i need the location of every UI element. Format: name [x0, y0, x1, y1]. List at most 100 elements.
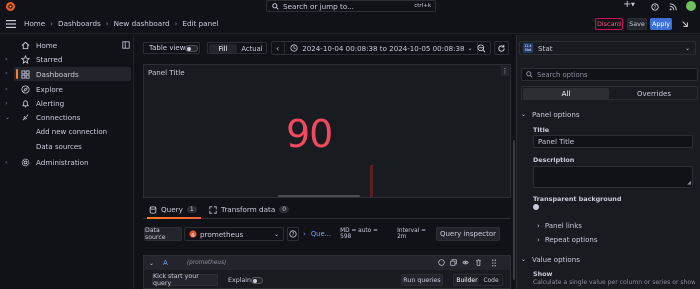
resize-handle-icon[interactable]: ◢	[687, 180, 691, 186]
chevron-right-icon[interactable]: ›	[5, 159, 7, 166]
panel-options-label: Panel options	[532, 110, 580, 119]
database-icon	[149, 205, 157, 214]
sidebar-item-alerting[interactable]: › Alerting	[0, 96, 133, 110]
data-source-picker[interactable]: prometheus ⌄	[184, 227, 284, 241]
zoom-out-button[interactable]	[474, 41, 488, 55]
section-panel-options[interactable]: ⌄ Panel options	[521, 110, 580, 119]
copy-icon[interactable]	[450, 259, 457, 266]
discard-label: Discard	[596, 20, 622, 28]
tab-all-label: All	[561, 89, 571, 98]
title-input[interactable]: Panel Title	[533, 135, 693, 148]
md-info: MD = auto = 598	[340, 228, 378, 240]
help-circle-icon[interactable]: ?	[650, 2, 659, 11]
query-options-button[interactable]: › Que... MD = auto = 598 Interval = 2m	[303, 227, 435, 241]
search-bar[interactable]: Search or jump to... ctrl+k	[266, 0, 436, 12]
query-inspector-button[interactable]: Query inspector	[436, 227, 500, 241]
user-avatar[interactable]	[686, 1, 696, 11]
chevron-down-icon[interactable]: ⌄	[149, 260, 154, 267]
code-option[interactable]: Code	[480, 276, 502, 285]
transparent-label: Transparent background	[533, 195, 622, 203]
menu-icon[interactable]	[6, 20, 16, 28]
refresh-button[interactable]	[494, 41, 509, 55]
section-value-options[interactable]: ⌄ Value options	[521, 255, 580, 264]
section-repeat-options[interactable]: › Repeat options	[537, 236, 597, 244]
trash-icon[interactable]	[475, 259, 482, 266]
builder-option[interactable]: Builder	[455, 276, 479, 285]
chevron-right-icon: ›	[50, 19, 54, 28]
breadcrumb-bar: Home › Dashboards › New dashboard › Edit…	[0, 14, 700, 34]
sidebar-item-data-sources[interactable]: Data sources	[36, 143, 82, 151]
eye-icon[interactable]	[462, 259, 469, 266]
query-options-label: Que...	[310, 230, 332, 238]
sidebar-item-label: Dashboards	[36, 69, 79, 79]
panel-preview[interactable]: Panel Title ⋮ 90	[143, 64, 511, 198]
tab-overrides-label: Overrides	[637, 89, 671, 98]
query-row-header[interactable]: ⌄ A (prometheus)	[144, 256, 510, 270]
collapse-arrow-icon[interactable]	[681, 20, 689, 28]
tab-all[interactable]: All	[523, 88, 609, 99]
fill-option[interactable]: Fill	[209, 44, 237, 53]
sidebar-item-add-new-connection[interactable]: Add new connection	[36, 128, 107, 136]
options-tabs: All Overrides	[521, 86, 698, 100]
home-icon	[21, 41, 30, 50]
apply-label: Apply	[651, 20, 671, 28]
rss-icon[interactable]	[668, 2, 677, 11]
apply-button[interactable]: Apply	[650, 18, 672, 30]
sidebar-item-explore[interactable]: › Explore	[0, 82, 133, 96]
dock-menu-icon[interactable]	[122, 41, 130, 49]
table-view-toggle[interactable]: Table view	[143, 42, 200, 54]
chevron-down-icon[interactable]: ▼	[631, 2, 635, 8]
chevron-right-icon: ›	[537, 222, 540, 230]
time-range-picker[interactable]: ‹ 2024-10-04 00:08:38 to 2024-10-05 00:0…	[271, 41, 491, 55]
compass-icon	[21, 84, 30, 94]
splitter-handle[interactable]	[278, 195, 360, 197]
tab-transform[interactable]: Transform data 0	[209, 205, 290, 214]
kick-start-button[interactable]: Kick start your query	[152, 273, 218, 287]
help-button[interactable]: ?	[287, 227, 299, 241]
star-icon	[21, 54, 30, 64]
save-button[interactable]: Save	[627, 18, 647, 30]
chevron-down-icon: ⌄	[521, 111, 527, 118]
prometheus-icon	[189, 230, 197, 238]
description-textarea[interactable]: ◢	[533, 166, 693, 188]
run-queries-button[interactable]: Run queries	[401, 274, 443, 286]
query-row-a: ⌄ A (prometheus) Kick start your query E…	[143, 255, 511, 289]
chevron-right-icon[interactable]: ›	[5, 56, 7, 63]
section-panel-links[interactable]: › Panel links	[537, 222, 582, 230]
breadcrumb-home[interactable]: Home	[24, 19, 45, 28]
sidebar-item-starred[interactable]: › Starred	[0, 52, 133, 66]
editor-scrollbar[interactable]	[513, 140, 515, 280]
transparent-switch[interactable]	[533, 204, 539, 210]
breadcrumb-dashboards[interactable]: Dashboards	[58, 19, 101, 28]
chevron-down-icon[interactable]: ⌄	[5, 114, 10, 121]
query-letter[interactable]: A	[163, 259, 168, 267]
sidebar-item-connections[interactable]: ⌄ Connections	[0, 110, 133, 124]
search-icon	[271, 2, 279, 10]
breadcrumb-new-dashboard[interactable]: New dashboard	[114, 19, 170, 28]
fill-actual-radio: Fill Actual	[207, 42, 267, 54]
active-tab-underline	[147, 217, 201, 219]
chevron-right-icon[interactable]: ›	[5, 70, 7, 77]
tab-query[interactable]: Query 1	[149, 205, 197, 214]
sidebar-item-dashboards[interactable]: Dashboards	[14, 67, 131, 81]
search-options-input[interactable]: Search options	[521, 68, 698, 81]
panel-title[interactable]: Panel Title	[148, 68, 185, 77]
drag-handle-icon[interactable]	[491, 259, 497, 267]
sidebar-item-home[interactable]: Home	[0, 38, 133, 52]
question-circle-icon: ?	[289, 230, 297, 238]
discard-button[interactable]: Discard	[595, 18, 623, 30]
chevron-left-icon[interactable]: ‹	[276, 44, 279, 53]
visualization-picker[interactable]: 12.4 Stat Stat ⌄	[519, 41, 696, 55]
panel-menu-icon[interactable]: ⋮	[501, 66, 509, 76]
switch[interactable]	[185, 45, 198, 52]
title-input-value: Panel Title	[538, 137, 575, 146]
help-circle-icon[interactable]	[438, 259, 445, 266]
chevron-down-icon: ⌄	[684, 44, 690, 52]
sidebar-item-administration[interactable]: › Administration	[0, 155, 133, 169]
chevron-right-icon[interactable]: ›	[5, 86, 7, 93]
tab-overrides[interactable]: Overrides	[611, 88, 697, 99]
chevron-right-icon[interactable]: ›	[5, 100, 7, 107]
explain-switch[interactable]	[251, 277, 263, 284]
grafana-logo[interactable]	[5, 1, 16, 12]
actual-option[interactable]: Actual	[238, 44, 266, 53]
